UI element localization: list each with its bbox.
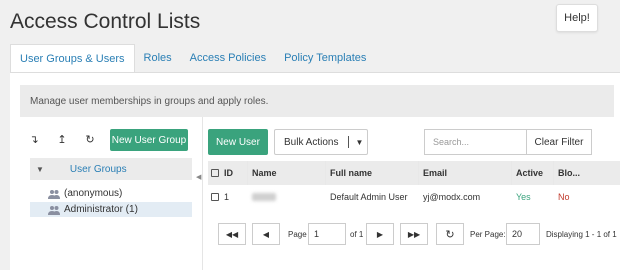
per-page-input[interactable] [506,223,540,245]
help-button[interactable]: Help! [556,4,598,32]
tree-node-label: Administrator (1) [64,204,138,215]
prev-page-button[interactable]: ◀ [252,223,280,245]
per-page-label: Per Page: [470,230,506,239]
collapse-all-icon[interactable]: ↥ [54,131,70,147]
column-header-name[interactable]: Name [248,161,326,185]
tab-bar: User Groups & Users Roles Access Policie… [10,44,375,72]
bulk-actions-label: Bulk Actions [284,136,339,148]
next-page-button[interactable]: ▶ [366,223,394,245]
refresh-icon[interactable]: ↻ [82,131,98,147]
column-header-id[interactable]: ID [220,161,248,185]
tab-access-policies[interactable]: Access Policies [181,44,275,72]
tree-node-anonymous[interactable]: (anonymous) [30,186,192,201]
cell-blocked: No [558,192,570,202]
cell-active: Yes [516,192,531,202]
pagination-toolbar: ◀◀ ◀ Page of 1 ▶ ▶▶ ↻ Per Page: Displayi… [208,223,620,247]
redacted-username [252,193,276,201]
tab-user-groups-users[interactable]: User Groups & Users [10,44,135,72]
refresh-grid-button[interactable]: ↻ [436,223,464,245]
tree-root-user-groups[interactable]: ▼ User Groups [30,158,192,180]
page-of-label: of 1 [350,230,364,239]
column-header-email[interactable]: Email [419,161,512,185]
tab-roles[interactable]: Roles [135,44,181,72]
expand-all-icon[interactable]: ↴ [26,131,42,147]
cell-email: yj@modx.com [423,192,481,202]
search-input[interactable] [424,129,526,155]
tree-node-label: (anonymous) [64,188,123,199]
caret-down-icon: ▼ [355,137,364,147]
panel-divider [202,117,203,270]
column-header-blocked[interactable]: Blo... [554,161,600,185]
column-header-fullname[interactable]: Full name [326,161,419,185]
page-title: Access Control Lists [10,10,201,33]
column-header-active[interactable]: Active [512,161,554,185]
displaying-label: Displaying 1 - 1 of 1 [546,230,617,239]
tab-policy-templates[interactable]: Policy Templates [275,44,375,72]
user-group-icon [48,189,60,199]
clear-filter-button[interactable]: Clear Filter [526,129,592,155]
row-checkbox[interactable] [208,185,220,209]
new-user-group-button[interactable]: New User Group [110,129,188,151]
new-user-button[interactable]: New User [208,129,268,155]
bulk-actions-button[interactable]: Bulk Actions ▼ [274,129,368,155]
caret-down-icon[interactable]: ▼ [36,165,44,174]
user-group-icon [48,205,60,215]
tab-panel: Manage user memberships in groups and ap… [10,72,620,270]
tree-root-label: User Groups [69,163,127,175]
table-row[interactable]: 1 Default Admin User yj@modx.com Yes No [208,185,620,209]
collapse-panel-icon[interactable]: ◀ [196,173,201,181]
cell-id: 1 [224,192,230,202]
first-page-button[interactable]: ◀◀ [218,223,246,245]
page-number-input[interactable] [308,223,346,245]
cell-name [248,185,326,209]
last-page-button[interactable]: ▶▶ [400,223,428,245]
tree-node-administrator[interactable]: Administrator (1) [30,202,192,217]
panel-description: Manage user memberships in groups and ap… [20,85,614,117]
separator [348,136,350,148]
cell-fullname: Default Admin User [330,192,408,202]
select-all-checkbox[interactable] [208,161,220,185]
grid-header: ID Name Full name Email Active Blo... [208,161,620,185]
page-label: Page [288,230,307,239]
